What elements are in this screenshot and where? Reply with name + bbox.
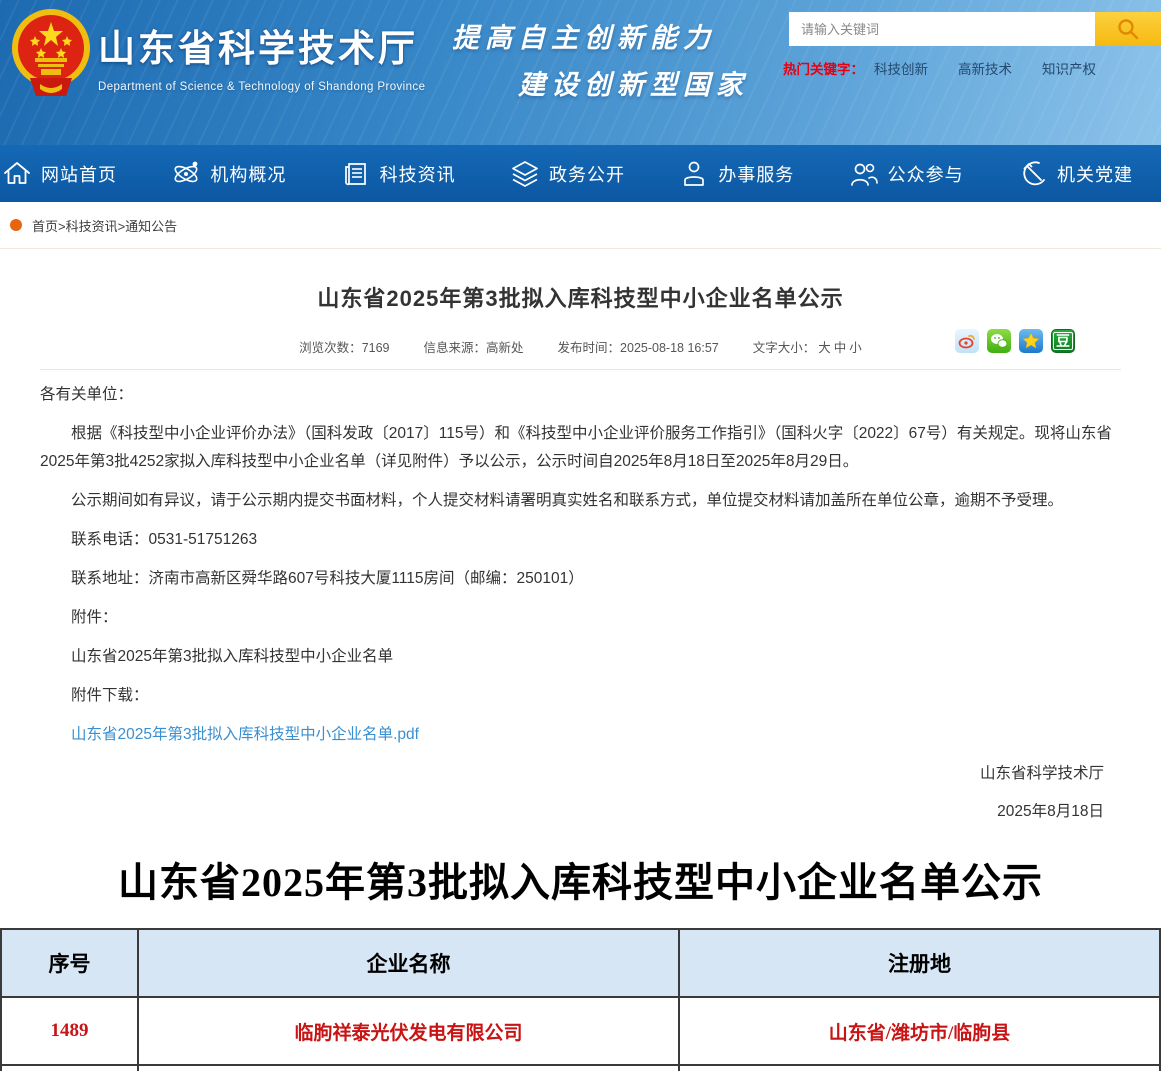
article-body: 各有关单位： 根据《科技型中小企业评价办法》（国科发政〔2017〕115号）和《… bbox=[40, 381, 1121, 749]
signature-org: 山东省科学技术厅 bbox=[0, 760, 1104, 788]
news-icon bbox=[341, 159, 371, 189]
site-slogan: 提高自主创新能力 建设创新型国家 bbox=[452, 16, 749, 102]
attachment-name: 山东省2025年第3批拟入库科技型中小企业名单 bbox=[40, 643, 1121, 671]
company-list-table: 序号 企业名称 注册地 1489 临朐祥泰光伏发电有限公司 山东省/潍坊市/临朐… bbox=[0, 928, 1161, 1071]
national-emblem-logo bbox=[10, 6, 92, 102]
site-header: 山东省科学技术厅 Department of Science & Technol… bbox=[0, 0, 1161, 145]
article-title: 山东省2025年第3批拟入库科技型中小企业名单公示 bbox=[0, 281, 1161, 313]
nav-item-label: 公众参与 bbox=[888, 161, 964, 187]
douban-glyph: 豆 bbox=[1053, 332, 1073, 350]
cell-location: 山东省/潍坊市/临朐县 bbox=[679, 997, 1160, 1065]
fontsize-large-button[interactable]: 大 bbox=[818, 341, 831, 355]
signature-block: 山东省科学技术厅 2025年8月18日 bbox=[0, 760, 1104, 826]
contact-address: 联系地址：济南市高新区舜华路607号科技大厦1115房间（邮编：250101） bbox=[40, 565, 1121, 593]
search-bar bbox=[789, 12, 1161, 46]
service-person-icon bbox=[679, 159, 709, 189]
main-nav: 网站首页 机构概况 科技资讯 政务公开 bbox=[0, 145, 1161, 202]
paragraph-basis: 根据《科技型中小企业评价办法》（国科发政〔2017〕115号）和《科技型中小企业… bbox=[40, 420, 1121, 476]
hot-keyword-link-1[interactable]: 科技创新 bbox=[874, 58, 928, 78]
hot-keyword-link-2[interactable]: 高新技术 bbox=[958, 58, 1012, 78]
nav-item-gov-affairs[interactable]: 政务公开 bbox=[510, 159, 625, 189]
breadcrumb[interactable]: 首页>科技资讯>通知公告 bbox=[32, 216, 177, 235]
article: 山东省2025年第3批拟入库科技型中小企业名单公示 浏览次数：7169 信息来源… bbox=[0, 249, 1161, 826]
nav-item-home[interactable]: 网站首页 bbox=[2, 159, 117, 189]
atom-icon bbox=[171, 159, 201, 189]
fontsize-label: 文字大小： bbox=[753, 341, 816, 355]
breadcrumb-dot-icon bbox=[10, 219, 22, 231]
slogan-line1: 提高自主创新能力 bbox=[452, 16, 749, 55]
home-icon bbox=[2, 159, 32, 189]
nav-item-party-building[interactable]: 机关党建 bbox=[1018, 159, 1133, 189]
nav-item-label: 机关党建 bbox=[1057, 161, 1133, 187]
header-cell-seq: 序号 bbox=[1, 929, 138, 997]
site-title-block[interactable]: 山东省科学技术厅 Department of Science & Technol… bbox=[98, 18, 425, 93]
layers-icon bbox=[510, 159, 540, 189]
cell-seq bbox=[1, 1065, 138, 1071]
header-cell-company: 企业名称 bbox=[138, 929, 679, 997]
publish-time-value: 2025-08-18 16:57 bbox=[620, 341, 719, 355]
slogan-line2: 建设创新型国家 bbox=[518, 63, 749, 102]
cell-seq: 1489 bbox=[1, 997, 138, 1065]
hot-keywords-row: 热门关键字： 科技创新 高新技术 知识产权 bbox=[783, 58, 1155, 78]
nav-item-public-participation[interactable]: 公众参与 bbox=[849, 159, 964, 189]
qzone-icon[interactable] bbox=[1019, 329, 1043, 353]
header-cell-location: 注册地 bbox=[679, 929, 1160, 997]
fontsize-small-button[interactable]: 小 bbox=[849, 341, 862, 355]
cell-company bbox=[138, 1065, 679, 1071]
hot-keyword-link-3[interactable]: 知识产权 bbox=[1042, 58, 1096, 78]
salutation: 各有关单位： bbox=[40, 381, 1121, 409]
people-icon bbox=[849, 159, 879, 189]
cell-company: 临朐祥泰光伏发电有限公司 bbox=[138, 997, 679, 1065]
search-icon bbox=[1116, 17, 1140, 41]
paragraph-objection: 公示期间如有异议，请于公示期内提交书面材料，个人提交材料请署明真实姓名和联系方式… bbox=[40, 487, 1121, 515]
douban-icon[interactable]: 豆 bbox=[1051, 329, 1075, 353]
attachment-download-label: 附件下载： bbox=[40, 682, 1121, 710]
weibo-icon[interactable] bbox=[955, 329, 979, 353]
search-input[interactable] bbox=[789, 12, 1095, 46]
source-value: 高新处 bbox=[486, 341, 524, 355]
meta-divider bbox=[40, 369, 1121, 370]
nav-item-label: 科技资讯 bbox=[380, 161, 456, 187]
publish-time-label: 发布时间： bbox=[558, 341, 621, 355]
views-value: 7169 bbox=[362, 341, 390, 355]
attachment-pdf-link[interactable]: 山东省2025年第3批拟入库科技型中小企业名单.pdf bbox=[71, 726, 419, 743]
nav-item-label: 机构概况 bbox=[210, 161, 286, 187]
table-header-row: 序号 企业名称 注册地 bbox=[1, 929, 1160, 997]
fontsize-meta: 文字大小：大中小 bbox=[753, 337, 862, 356]
article-meta-row: 浏览次数：7169 信息来源：高新处 发布时间：2025-08-18 16:57… bbox=[0, 331, 1161, 359]
search-button[interactable] bbox=[1095, 12, 1161, 46]
hammer-sickle-icon bbox=[1018, 159, 1048, 189]
nav-item-news[interactable]: 科技资讯 bbox=[341, 159, 456, 189]
fontsize-medium-button[interactable]: 中 bbox=[834, 341, 847, 355]
hot-keywords-label: 热门关键字： bbox=[783, 58, 864, 78]
views-label: 浏览次数： bbox=[299, 341, 362, 355]
breadcrumb-bar: 首页>科技资讯>通知公告 bbox=[0, 202, 1161, 249]
site-title: 山东省科学技术厅 bbox=[98, 18, 425, 72]
wechat-icon[interactable] bbox=[987, 329, 1011, 353]
table-row: 1489 临朐祥泰光伏发电有限公司 山东省/潍坊市/临朐县 bbox=[1, 997, 1160, 1065]
share-icons: 豆 bbox=[955, 329, 1075, 353]
contact-phone: 联系电话：0531-51751263 bbox=[40, 526, 1121, 554]
attachment-label: 附件： bbox=[40, 604, 1121, 632]
views-meta: 浏览次数：7169 bbox=[299, 337, 389, 356]
nav-item-label: 网站首页 bbox=[41, 161, 117, 187]
signature-date: 2025年8月18日 bbox=[0, 798, 1104, 826]
nav-item-label: 办事服务 bbox=[718, 161, 794, 187]
cell-location bbox=[679, 1065, 1160, 1071]
nav-item-org[interactable]: 机构概况 bbox=[171, 159, 286, 189]
source-meta: 信息来源：高新处 bbox=[424, 337, 524, 356]
nav-item-label: 政务公开 bbox=[549, 161, 625, 187]
publish-time-meta: 发布时间：2025-08-18 16:57 bbox=[558, 337, 719, 356]
source-label: 信息来源： bbox=[424, 341, 487, 355]
list-section-title: 山东省2025年第3批拟入库科技型中小企业名单公示 bbox=[0, 850, 1161, 908]
nav-item-services[interactable]: 办事服务 bbox=[679, 159, 794, 189]
table-row-partial bbox=[1, 1065, 1160, 1071]
site-subtitle: Department of Science & Technology of Sh… bbox=[98, 81, 425, 93]
